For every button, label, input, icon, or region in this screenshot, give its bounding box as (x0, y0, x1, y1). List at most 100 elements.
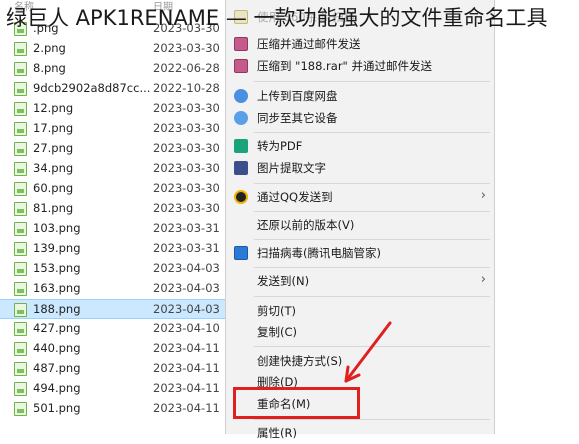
png-file-icon (14, 402, 27, 416)
chevron-right-icon: › (480, 188, 486, 203)
file-row[interactable]: 494.png 2023-04-11 (0, 379, 225, 399)
file-row[interactable]: 153.png 2023-04-03 (0, 259, 225, 279)
menu-label: 同步至其它设备 (257, 111, 338, 125)
file-name: 9dcb2902a8d87cc... (33, 81, 151, 95)
file-name: 27.png (33, 141, 74, 155)
png-file-icon (14, 62, 27, 76)
menu-separator (254, 267, 490, 268)
file-date: 2022-06-28 (153, 61, 220, 75)
file-name: 8.png (33, 61, 66, 75)
menu-item-extract-text[interactable]: 图片提取文字 (226, 157, 494, 179)
menu-item-properties[interactable]: 属性(R) (226, 422, 494, 444)
menu-label: 剪切(T) (257, 304, 296, 318)
file-row-selected[interactable]: 188.png 2023-04-03 (0, 299, 225, 319)
file-name: 17.png (33, 121, 74, 135)
menu-label: 转为PDF (257, 139, 303, 153)
file-date: 2023-03-30 (153, 101, 220, 115)
shield-icon (234, 246, 248, 260)
file-name: 494.png (33, 381, 81, 395)
file-row[interactable]: 427.png 2023-04-10 (0, 319, 225, 339)
menu-item-to-pdf[interactable]: 转为PDF (226, 135, 494, 157)
file-date: 2023-04-11 (153, 341, 220, 355)
png-file-icon (14, 142, 27, 156)
file-name: 139.png (33, 241, 81, 255)
file-row[interactable]: 9dcb2902a8d87cc... 2022-10-28 (0, 79, 225, 99)
file-name: 153.png (33, 261, 81, 275)
menu-item-upload-baidu[interactable]: 上传到百度网盘 (226, 85, 494, 107)
menu-separator (254, 211, 490, 212)
winrar-icon (234, 59, 248, 73)
file-name: 34.png (33, 161, 74, 175)
menu-label: 压缩并通过邮件发送 (257, 37, 361, 51)
file-date: 2023-04-10 (153, 321, 220, 335)
menu-separator (254, 296, 490, 297)
file-row[interactable]: 440.png 2023-04-11 (0, 339, 225, 359)
file-row[interactable]: 34.png 2023-03-30 (0, 159, 225, 179)
menu-item-sync-devices[interactable]: 同步至其它设备 (226, 107, 494, 129)
file-row[interactable]: 163.png 2023-04-03 (0, 279, 225, 299)
file-row[interactable]: 17.png 2023-03-30 (0, 119, 225, 139)
menu-item-compress-rar-email[interactable]: 压缩到 "188.rar" 并通过邮件发送 (226, 55, 494, 77)
file-name: 2.png (33, 41, 66, 55)
menu-label: 属性(R) (257, 426, 297, 440)
file-row[interactable]: 81.png 2023-03-30 (0, 199, 225, 219)
cloud-sync-icon (234, 111, 248, 125)
file-name: 163.png (33, 281, 81, 295)
png-file-icon (14, 322, 27, 336)
cloud-icon (234, 89, 248, 103)
file-date: 2023-03-30 (153, 201, 220, 215)
menu-label: 复制(C) (257, 325, 298, 339)
png-file-icon (14, 162, 27, 176)
png-file-icon (14, 82, 27, 96)
menu-item-compress-email[interactable]: 压缩并通过邮件发送 (226, 33, 494, 55)
menu-separator (254, 132, 490, 133)
file-name: 440.png (33, 341, 81, 355)
file-name: 427.png (33, 321, 81, 335)
menu-label: 压缩到 "188.rar" 并通过邮件发送 (257, 59, 432, 73)
file-row[interactable]: 103.png 2023-03-31 (0, 219, 225, 239)
file-name: 487.png (33, 361, 81, 375)
menu-label: 还原以前的版本(V) (257, 218, 355, 232)
menu-item-restore-versions[interactable]: 还原以前的版本(V) (226, 214, 494, 236)
file-date: 2023-04-11 (153, 361, 220, 375)
png-file-icon (14, 262, 27, 276)
page-title: 绿巨人 APK1RENAME — 一款功能强大的文件重命名工具 (6, 6, 548, 30)
menu-separator (254, 419, 490, 420)
file-date: 2023-03-30 (153, 41, 220, 55)
file-row[interactable]: 487.png 2023-04-11 (0, 359, 225, 379)
file-name: 501.png (33, 401, 81, 415)
menu-separator (254, 183, 490, 184)
png-file-icon (14, 362, 27, 376)
winrar-icon (234, 37, 248, 51)
png-file-icon (14, 182, 27, 196)
png-file-icon (14, 382, 27, 396)
file-date: 2023-03-30 (153, 181, 220, 195)
png-file-icon (14, 303, 27, 317)
file-row[interactable]: 27.png 2023-03-30 (0, 139, 225, 159)
png-file-icon (14, 242, 27, 256)
png-file-icon (14, 222, 27, 236)
menu-item-send-qq[interactable]: 通过QQ发送到 › (226, 186, 494, 208)
menu-separator (254, 239, 490, 240)
menu-item-send-to[interactable]: 发送到(N) › (226, 270, 494, 292)
file-row[interactable]: 501.png 2023-04-11 (0, 399, 225, 419)
menu-label: 扫描病毒(腾讯电脑管家) (257, 246, 381, 260)
menu-item-scan-tencent[interactable]: 扫描病毒(腾讯电脑管家) (226, 242, 494, 264)
png-file-icon (14, 102, 27, 116)
file-date: 2023-04-03 (153, 261, 220, 275)
file-name: 103.png (33, 221, 81, 235)
file-date: 2023-04-03 (153, 302, 220, 316)
text-extract-icon (234, 161, 248, 175)
file-row[interactable]: 2.png 2023-03-30 (0, 39, 225, 59)
file-row[interactable]: 12.png 2023-03-30 (0, 99, 225, 119)
menu-label: 图片提取文字 (257, 161, 326, 175)
file-date: 2023-03-30 (153, 161, 220, 175)
menu-separator (254, 81, 490, 82)
file-date: 2023-04-11 (153, 401, 220, 415)
file-row[interactable]: 8.png 2022-06-28 (0, 59, 225, 79)
qq-penguin-icon (234, 190, 248, 204)
file-date: 2023-03-30 (153, 141, 220, 155)
png-file-icon (14, 42, 27, 56)
file-row[interactable]: 139.png 2023-03-31 (0, 239, 225, 259)
file-row[interactable]: 60.png 2023-03-30 (0, 179, 225, 199)
